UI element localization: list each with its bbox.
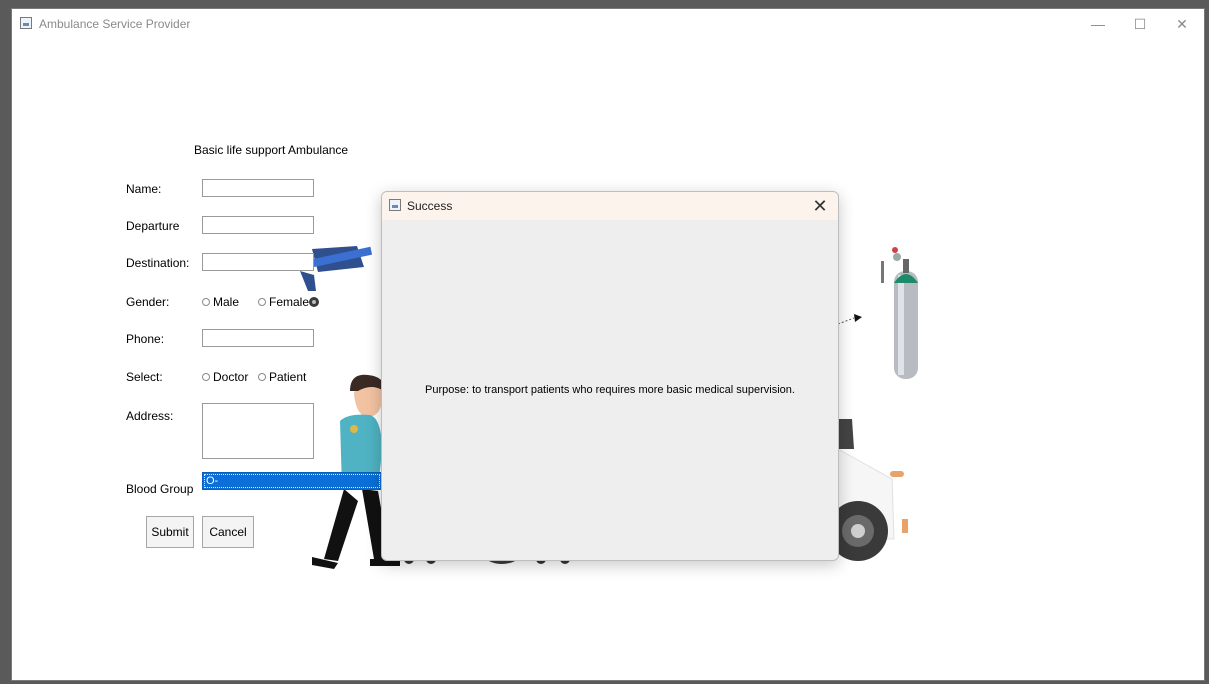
submit-button[interactable]: Submit (146, 516, 194, 548)
gender-label: Gender: (126, 295, 170, 309)
window-titlebar: Ambulance Service Provider — ☐ ✕ (12, 9, 1204, 39)
dialog-message: Purpose: to transport patients who requi… (425, 384, 795, 396)
form-heading: Basic life support Ambulance (194, 143, 349, 157)
phone-label: Phone: (126, 332, 165, 346)
select-patient-label: Patient (269, 370, 307, 384)
minimize-button[interactable]: — (1078, 9, 1118, 39)
close-button[interactable]: ✕ (1162, 9, 1202, 39)
java-app-icon (389, 199, 401, 211)
cancel-button[interactable]: Cancel (202, 516, 254, 548)
select-patient-radio[interactable]: Patient (258, 370, 306, 384)
dialog-close-button[interactable]: ✕ (808, 194, 832, 218)
name-field[interactable] (202, 179, 314, 197)
gender-male-radio[interactable]: Male (202, 295, 239, 309)
oxygen-cylinder-image (881, 247, 918, 379)
radio-button-icon (202, 373, 210, 381)
departure-field[interactable] (202, 216, 314, 234)
name-label: Name: (126, 182, 162, 196)
destination-field[interactable] (202, 253, 314, 271)
blood-group-select[interactable]: O- (202, 472, 382, 490)
gender-male-label: Male (213, 295, 240, 309)
select-label: Select: (126, 370, 163, 384)
radio-button-icon (202, 298, 210, 306)
select-doctor-radio[interactable]: Doctor (202, 370, 248, 384)
gender-female-label: Female (269, 295, 310, 309)
radio-button-icon (258, 298, 266, 306)
success-dialog: Success ✕ Purpose: to transport patients… (381, 191, 839, 561)
window-title: Ambulance Service Provider (39, 17, 191, 31)
phone-field[interactable] (202, 329, 314, 347)
dashed-arrow-icon (837, 314, 862, 325)
departure-label: Departure (126, 219, 180, 233)
select-doctor-label: Doctor (213, 370, 249, 384)
maximize-button[interactable]: ☐ (1120, 9, 1160, 39)
blood-group-label: Blood Group (126, 482, 194, 496)
dialog-titlebar: Success ✕ (382, 192, 838, 220)
dialog-title: Success (407, 199, 453, 213)
address-label: Address: (126, 409, 174, 423)
gender-female-radio[interactable]: Female (258, 295, 309, 309)
destination-label: Destination: (126, 256, 190, 270)
radio-button-icon (258, 373, 266, 381)
address-textarea[interactable] (202, 403, 314, 459)
java-app-icon (20, 17, 32, 29)
screen-frame: Ambulance Service Provider — ☐ ✕ Basic l… (0, 0, 1209, 684)
main-window: Ambulance Service Provider — ☐ ✕ Basic l… (11, 8, 1205, 681)
content-area: Basic life support Ambulance Name: Depar… (12, 39, 1204, 680)
